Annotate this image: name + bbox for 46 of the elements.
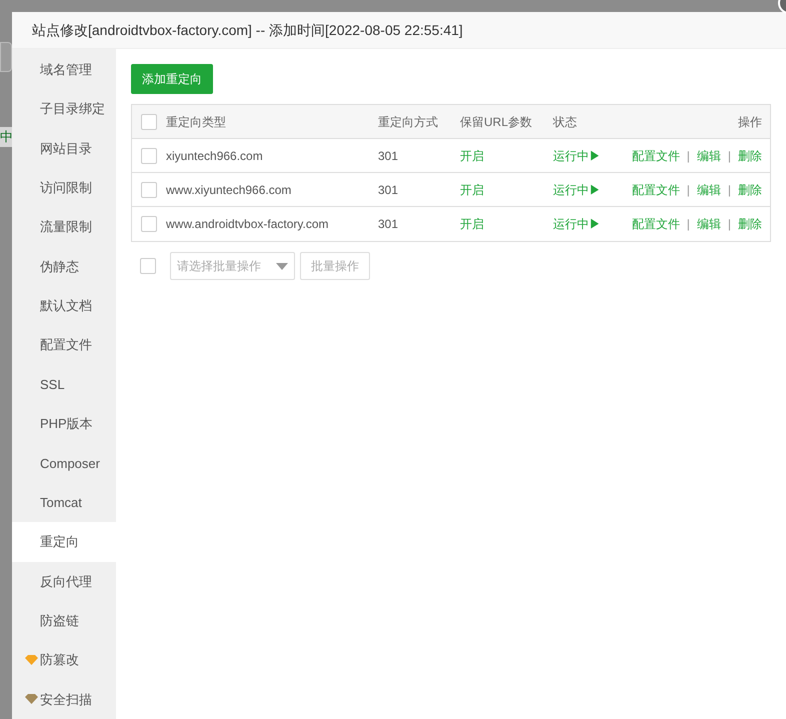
- table-cell-text: 301: [378, 148, 400, 164]
- separator: |: [728, 182, 731, 198]
- separator: |: [686, 148, 690, 164]
- sidebar-item[interactable]: 默认文档: [12, 286, 116, 326]
- table-cell-text: www.xiyuntech966.com: [166, 182, 292, 198]
- sidebar-item[interactable]: PHP版本: [12, 404, 116, 444]
- checkbox[interactable]: [141, 114, 157, 130]
- sidebar-item[interactable]: 子目录绑定: [12, 89, 116, 129]
- status-text: 中: [0, 127, 12, 146]
- checkbox[interactable]: [141, 182, 157, 198]
- sidebar-item[interactable]: SSL: [12, 364, 116, 404]
- sidebar-item[interactable]: Tomcat: [12, 482, 116, 522]
- column-header: 重定向方式: [378, 114, 439, 130]
- table-cell-text: www.androidtvbox-factory.com: [166, 216, 330, 233]
- table-cell-text: 开启: [460, 182, 485, 198]
- sidebar-item[interactable]: 流量限制: [12, 207, 116, 247]
- sidebar-item[interactable]: 网站目录: [12, 128, 116, 168]
- separator: |: [728, 148, 731, 164]
- column-header: 保留URL参数: [460, 114, 534, 130]
- sidebar-item[interactable]: 重定向: [12, 522, 116, 562]
- checkbox[interactable]: [140, 258, 156, 274]
- sidebar-item[interactable]: 域名管理: [12, 50, 116, 90]
- column-header: 状态: [553, 114, 578, 130]
- separator: |: [686, 182, 690, 198]
- sidebar-item[interactable]: Composer: [12, 444, 116, 483]
- backdrop-field: [0, 42, 12, 72]
- sidebar-item[interactable]: 反向代理: [12, 562, 116, 602]
- dialog-title: 站点修改[androidtvbox-factory.com] -- 添加时间[2022-08-05 22:55:41]: [32, 20, 463, 40]
- table-cell-text: 301: [378, 216, 400, 233]
- table-cell-text: xiyuntech966.com: [166, 148, 264, 164]
- sidebar-item[interactable]: 访问限制: [12, 168, 116, 208]
- checkbox[interactable]: [141, 148, 157, 164]
- column-header: 重定向类型: [166, 114, 227, 130]
- table-cell-text: 301: [378, 182, 400, 198]
- checkbox[interactable]: [141, 216, 157, 232]
- sidebar-item[interactable]: 伪静态: [12, 246, 116, 286]
- sidebar-item[interactable]: 防篡改: [12, 640, 116, 680]
- column-header: 操作: [737, 114, 763, 130]
- table-cell-text: 开启: [460, 148, 485, 164]
- sidebar-item[interactable]: 安全扫描: [12, 680, 116, 719]
- separator: |: [686, 216, 690, 233]
- table-cell-text: 开启: [460, 216, 485, 233]
- sidebar-item[interactable]: 防盗链: [12, 601, 116, 640]
- separator: |: [728, 216, 731, 233]
- sidebar-item[interactable]: 配置文件: [12, 326, 116, 365]
- caret-icon: [276, 262, 288, 270]
